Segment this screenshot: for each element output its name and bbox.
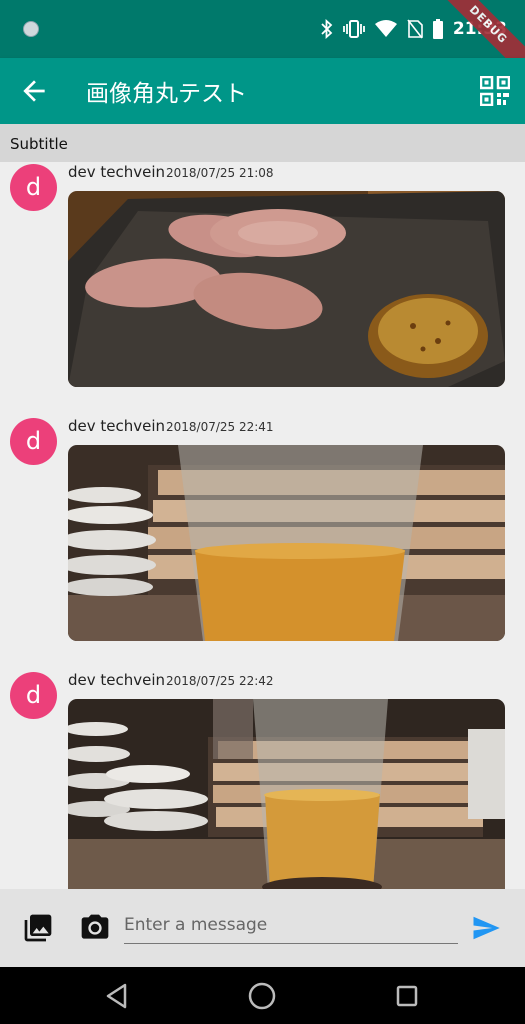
circle-home-icon <box>248 982 276 1010</box>
send-button[interactable] <box>471 913 503 945</box>
message-timestamp: 2018/07/25 21:08 <box>166 166 274 180</box>
camera-icon <box>81 914 109 939</box>
message-input[interactable] <box>124 907 458 944</box>
beer-glass-photo <box>68 445 505 641</box>
message-timestamp: 2018/07/25 22:41 <box>166 420 274 434</box>
app-bar: 画像角丸テスト <box>0 58 525 124</box>
message-list[interactable]: d dev techvein 2018/07/25 21:08 d dev te… <box>0 162 525 889</box>
sausage-with-mustard-photo <box>68 191 505 387</box>
nav-back-button[interactable] <box>100 979 134 1013</box>
message-image[interactable] <box>68 445 505 641</box>
beer-glass-photo <box>68 699 505 889</box>
message-timestamp: 2018/07/25 22:42 <box>166 674 274 688</box>
message-image[interactable] <box>68 699 505 889</box>
arrow-back-icon <box>23 80 45 102</box>
message-author: dev techvein <box>68 417 166 435</box>
vibrate-icon <box>342 20 365 38</box>
wifi-icon <box>374 20 397 37</box>
message-image[interactable] <box>68 191 505 387</box>
qr-code-icon <box>479 75 511 107</box>
avatar: d <box>10 418 57 465</box>
avatar: d <box>10 164 57 211</box>
qr-code-button[interactable] <box>479 75 511 107</box>
message-composer <box>0 889 525 967</box>
camera-button[interactable] <box>79 912 111 944</box>
battery-icon <box>432 19 443 39</box>
notification-dot-icon <box>23 21 39 37</box>
avatar: d <box>10 672 57 719</box>
bluetooth-icon <box>321 19 333 39</box>
gallery-button[interactable] <box>22 912 54 944</box>
nav-recents-button[interactable] <box>390 979 424 1013</box>
system-nav-bar <box>0 967 525 1024</box>
subtitle-bar: Subtitle <box>0 124 525 162</box>
send-icon <box>473 916 500 940</box>
triangle-back-icon <box>106 983 127 1009</box>
no-sim-icon <box>407 19 423 39</box>
status-bar: 21:33 DEBUG <box>0 0 525 86</box>
message-author: dev techvein <box>68 163 166 181</box>
photo-library-icon <box>24 914 52 942</box>
nav-home-button[interactable] <box>245 979 279 1013</box>
square-recents-icon <box>396 985 418 1007</box>
page-title: 画像角丸テスト <box>86 81 247 107</box>
message-author: dev techvein <box>68 671 166 689</box>
back-button[interactable] <box>18 75 50 107</box>
